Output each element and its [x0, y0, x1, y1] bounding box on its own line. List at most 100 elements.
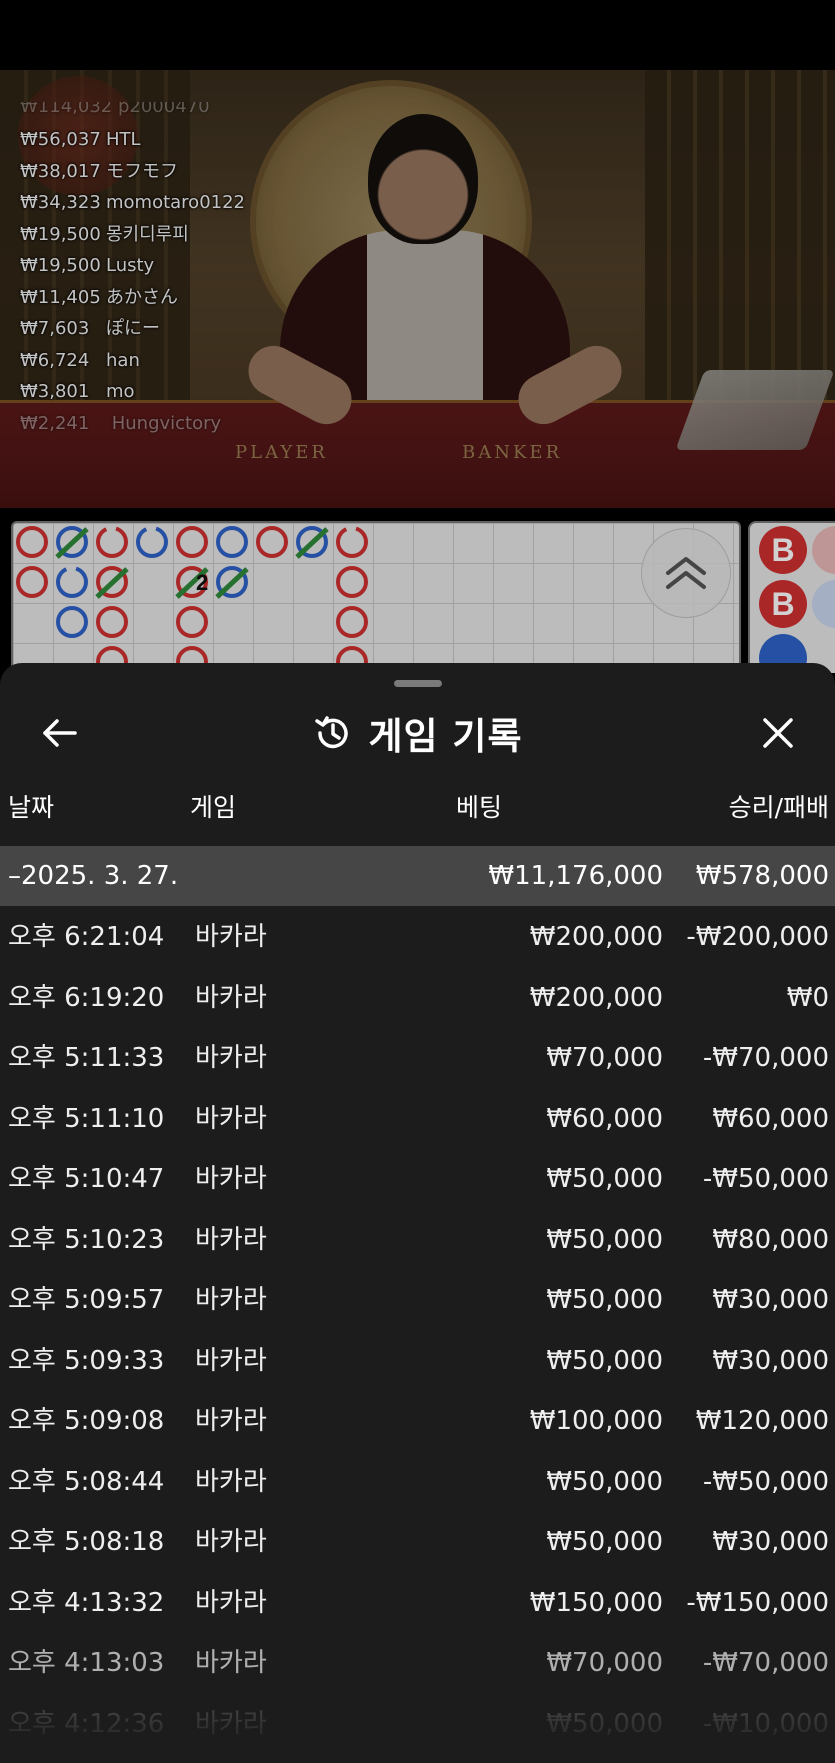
history-bet: ₩50,000 [546, 1466, 663, 1497]
leaderboard-name: mo [106, 381, 135, 402]
banker-mark [336, 606, 368, 638]
leaderboard-row: ₩56,037 HTL [20, 124, 245, 156]
history-row[interactable]: 오후 5:10:23 바카라 ₩50,000 ₩80,000 [0, 1210, 835, 1271]
table-header: 날짜 게임 베팅 승리/패배 [0, 773, 835, 843]
history-game: 바카라 [195, 1708, 267, 1739]
leaderboard-name: HTL [106, 129, 141, 150]
history-game: 바카라 [195, 1043, 267, 1073]
history-bet: ₩200,000 [529, 922, 663, 952]
history-result: ₩30,000 [712, 1285, 829, 1315]
close-button[interactable] [756, 711, 800, 755]
history-bet: ₩200,000 [529, 982, 663, 1013]
live-video-feed[interactable]: PLAYER BANKER ₩114,032 p2000470 ₩56,037 H… [0, 70, 835, 508]
leaderboard-amount: ₩38,017 [20, 160, 101, 182]
bead-road: B B [748, 521, 835, 673]
banker-mark [176, 606, 208, 638]
column-header-game: 게임 [190, 793, 237, 822]
winners-leaderboard: ₩114,032 p2000470 ₩56,037 HTL ₩38,017 モフモフ ₩… [20, 102, 245, 439]
history-time: 오후 5:10:23 [8, 1224, 165, 1255]
leaderboard-name: Hungvictory [111, 412, 222, 434]
leaderboard-row: ₩3,801 mo [20, 376, 245, 408]
history-game: 바카라 [195, 1345, 267, 1376]
chevron-double-up-icon [666, 557, 706, 589]
banker-mark [336, 526, 368, 558]
leaderboard-name: momotaro0122 [106, 192, 246, 213]
history-game: 바카라 [195, 1285, 267, 1315]
leaderboard-amount: ₩11,405 [20, 286, 101, 308]
banker-mark [96, 606, 128, 638]
history-time: 오후 5:10:47 [8, 1164, 165, 1194]
history-list[interactable]: 오후 6:21:04 바카라 ₩200,000 -₩200,000 오후 6:19:20… [0, 907, 835, 1754]
history-bet: ₩70,000 [546, 1648, 663, 1678]
history-bet: ₩50,000 [546, 1345, 663, 1376]
big-road-marks: 2 [16, 526, 368, 673]
banker-mark [256, 526, 288, 558]
history-game: 바카라 [195, 1648, 267, 1678]
history-time: 오후 4:13:03 [8, 1648, 165, 1678]
banker-mark [176, 526, 208, 558]
date-group-row[interactable]: –2025. 3. 27. ₩11,176,000 ₩578,000 [0, 846, 835, 906]
history-time: 오후 6:21:04 [8, 922, 165, 952]
history-result: ₩30,000 [712, 1345, 829, 1376]
history-game: 바카라 [195, 1406, 267, 1436]
history-row[interactable]: 오후 5:08:44 바카라 ₩50,000 -₩50,000 [0, 1452, 835, 1513]
sheet-drag-handle[interactable] [394, 680, 442, 687]
history-row[interactable]: 오후 4:13:03 바카라 ₩70,000 -₩70,000 [0, 1633, 835, 1694]
history-time: 오후 5:08:44 [8, 1466, 165, 1497]
history-row[interactable]: 오후 5:08:18 바카라 ₩50,000 ₩30,000 [0, 1512, 835, 1573]
leaderboard-name: han [106, 349, 140, 371]
history-result: ₩30,000 [712, 1527, 829, 1557]
history-row[interactable]: 오후 6:21:04 바카라 ₩200,000 -₩200,000 [0, 907, 835, 968]
leaderboard-row-partial: ₩114,032 p2000470 [20, 102, 210, 117]
banker-mark [96, 526, 128, 558]
history-time: 오후 6:19:20 [8, 982, 165, 1013]
history-bet: ₩50,000 [546, 1527, 663, 1557]
history-bet: ₩60,000 [546, 1103, 663, 1134]
history-game: 바카라 [195, 1466, 267, 1497]
player-mark [216, 526, 248, 558]
leaderboard-row: ₩38,017 モフモフ [20, 156, 245, 188]
history-bet: ₩50,000 [546, 1164, 663, 1194]
leaderboard-row: ₩6,724 han [20, 345, 245, 377]
column-header-result: 승리/패배 [728, 793, 829, 822]
back-button[interactable] [38, 711, 82, 755]
banker-mark [16, 526, 48, 558]
history-row[interactable]: 오후 6:19:20 바카라 ₩200,000 ₩0 [0, 968, 835, 1029]
history-result: -₩10,000 [702, 1708, 829, 1739]
leaderboard-amount: ₩19,500 [20, 255, 101, 276]
history-time: 오후 5:09:08 [8, 1406, 165, 1436]
column-header-bet: 베팅 [456, 793, 503, 822]
history-game: 바카라 [195, 982, 267, 1013]
banker-mark [16, 566, 48, 598]
history-time: 오후 5:08:18 [8, 1527, 165, 1557]
history-row[interactable]: 오후 5:09:57 바카라 ₩50,000 ₩30,000 [0, 1270, 835, 1331]
bead-banker: B [759, 526, 807, 574]
history-time: 오후 5:09:33 [8, 1345, 165, 1376]
history-row[interactable]: 오후 5:09:08 바카라 ₩100,000 ₩120,000 [0, 1391, 835, 1452]
player-mark [56, 566, 88, 598]
leaderboard-name: 몽키디루피 [106, 223, 189, 245]
history-row[interactable]: 오후 4:12:36 바카라 ₩50,000 -₩10,000 [0, 1694, 835, 1755]
tie-count-label: 2 [196, 570, 208, 595]
collapse-roadmap-button[interactable] [641, 528, 731, 618]
history-bet: ₩50,000 [546, 1708, 663, 1739]
date-group-total-result: ₩578,000 [695, 861, 829, 891]
history-time: 오후 5:09:57 [8, 1285, 165, 1315]
leaderboard-amount: ₩3,801 [20, 381, 90, 402]
history-row[interactable]: 오후 5:11:10 바카라 ₩60,000 ₩60,000 [0, 1089, 835, 1150]
history-result: ₩80,000 [712, 1224, 829, 1255]
history-result: -₩50,000 [702, 1164, 829, 1194]
leaderboard-name: モフモフ [106, 160, 178, 182]
history-row[interactable]: 오후 5:11:33 바카라 ₩70,000 -₩70,000 [0, 1028, 835, 1089]
history-row[interactable]: 오후 4:13:32 바카라 ₩150,000 -₩150,000 [0, 1573, 835, 1634]
leaderboard-name: Lusty [106, 255, 155, 276]
history-time: 오후 5:11:33 [8, 1043, 165, 1073]
history-game: 바카라 [195, 1527, 267, 1557]
game-history-sheet: 게임 기록 날짜 게임 베팅 승리/패배 –2025. 3. 27. ₩11,1… [0, 663, 835, 1763]
history-result: -₩50,000 [702, 1466, 829, 1497]
history-row[interactable]: 오후 5:10:47 바카라 ₩50,000 -₩50,000 [0, 1149, 835, 1210]
leaderboard-row: ₩19,500 Lusty [20, 250, 245, 282]
leaderboard-row: ₩34,323 momotaro0122 [20, 187, 245, 219]
history-row[interactable]: 오후 5:09:33 바카라 ₩50,000 ₩30,000 [0, 1331, 835, 1392]
history-result: -₩150,000 [686, 1587, 829, 1618]
